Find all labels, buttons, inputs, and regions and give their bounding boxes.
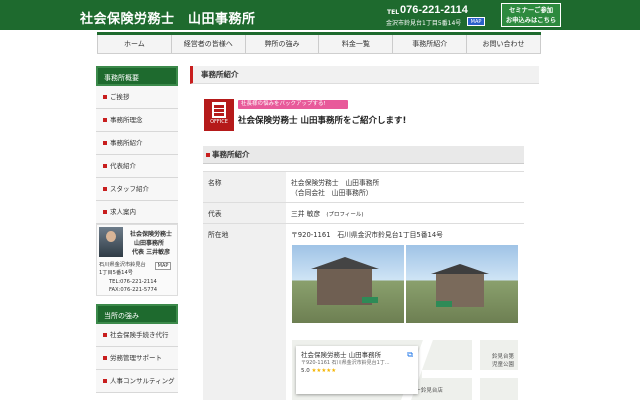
sidebar-item-label: 人事コンサルティング	[110, 377, 175, 385]
bullet-icon	[103, 118, 107, 122]
sidebar-heading-strengths: 当所の強み	[96, 304, 178, 324]
row-value-representative: 三井 敏彦 (プロフィール)	[286, 202, 524, 224]
map-road	[472, 340, 480, 400]
profile-tel[interactable]: TEL:076-221-2114	[109, 279, 157, 285]
profile-map-button[interactable]: MAP	[155, 262, 171, 270]
sidebar-item-label: 事務所理念	[110, 116, 143, 124]
map-rating: 5.0 ★★★★★	[301, 368, 413, 374]
banner-heading: 社会保険労務士 山田事務所をご紹介します!	[238, 116, 407, 126]
row-value-name: 社会保険労務士 山田事務所 （合同会社 山田事務所）	[286, 171, 524, 203]
site-title[interactable]: 社会保険労務士 山田事務所	[80, 8, 256, 27]
sidebar-item-label: 求人案内	[110, 208, 136, 216]
sidebar-item-label: 代表紹介	[110, 162, 136, 170]
global-nav: ホーム 経営者の皆様へ 弊所の強み 料金一覧 事務所紹介 お問い合わせ	[97, 32, 541, 54]
office-icon-label: OFFICE	[210, 119, 228, 125]
office-sign	[436, 301, 452, 307]
intro-banner: OFFICE 社長様の悩みをバックアップする! 社会保険労務士 山田事務所をご紹…	[204, 99, 524, 131]
nav-home[interactable]: ホーム	[97, 35, 172, 53]
map-place-card: 社会保険労務士 山田事務所 〒920-1161 石川県金沢市鈴見台1丁... 5…	[296, 346, 418, 394]
office-photo-side	[406, 245, 518, 323]
bullet-icon	[103, 141, 107, 145]
profile-office: 山田事務所	[134, 240, 165, 247]
cta-line-1: セミナーご参加	[508, 7, 554, 14]
rating-value: 5.0	[301, 368, 310, 374]
profile-link[interactable]: (プロフィール)	[326, 212, 363, 218]
bullet-icon	[103, 333, 107, 337]
sidebar-item-labor-support[interactable]: 労務管理サポート	[96, 347, 178, 370]
map-label-park: 鈴見台第 児童公園	[492, 354, 515, 368]
tel-label: TEL	[387, 9, 400, 16]
page-title: 事務所紹介	[190, 66, 539, 84]
sidebar-item-representative[interactable]: 代表紹介	[96, 155, 178, 178]
sidebar-item-recruit[interactable]: 求人案内	[96, 201, 178, 224]
profile-title: 社会保険労務士	[130, 231, 173, 238]
sidebar-item-label: スタッフ紹介	[110, 185, 149, 193]
profile-fax: FAX:076-221-5774	[109, 287, 158, 293]
sidebar-item-label: 労務管理サポート	[110, 354, 162, 362]
header-address: 金沢市鈴見台1丁目5番14号	[386, 20, 462, 27]
cta-line-2: お申込みはこちら	[505, 17, 557, 24]
section-heading-label: 事務所紹介	[212, 150, 250, 159]
sidebar-item-staff[interactable]: スタッフ紹介	[96, 178, 178, 201]
bullet-icon	[103, 187, 107, 191]
table-row: 代表 三井 敏彦 (プロフィール)	[203, 202, 524, 224]
office-legal-name: （合同会社 山田事務所）	[291, 189, 373, 197]
nav-fees[interactable]: 料金一覧	[319, 35, 394, 53]
square-bullet-icon	[206, 153, 210, 157]
profile-card: 社会保険労務士 山田事務所 代表 三井敏彦 石川県金沢市鈴見台 1丁目5番14号…	[96, 224, 178, 296]
sidebar-item-office[interactable]: 事務所紹介	[96, 132, 178, 155]
bullet-icon	[103, 210, 107, 214]
star-rating-icon: ★★★★★	[311, 368, 337, 374]
row-label-representative: 代表	[203, 202, 286, 224]
sidebar-item-greeting[interactable]: ご挨拶	[96, 86, 178, 109]
section-heading: 事務所紹介	[203, 146, 524, 164]
banner-tagline: 社長様の悩みをバックアップする!	[238, 100, 348, 109]
open-in-maps-icon[interactable]: ⧉	[407, 350, 413, 360]
bullet-icon	[103, 164, 107, 168]
map-place-name: 社会保険労務士 山田事務所	[301, 351, 382, 359]
table-row: 名称 社会保険労務士 山田事務所 （合同会社 山田事務所）	[203, 171, 524, 203]
profile-address-line-1: 石川県金沢市鈴見台	[99, 262, 146, 268]
map-road	[422, 370, 518, 378]
row-label-name: 名称	[203, 171, 286, 203]
profile-address-line-2: 1丁目5番14号	[99, 270, 133, 276]
tel-number[interactable]: 076-221-2114	[400, 4, 468, 16]
sidebar-item-insurance-procedures[interactable]: 社会保険手続き代行	[96, 324, 178, 347]
bullet-icon	[103, 356, 107, 360]
sidebar-item-label: 社会保険手続き代行	[110, 331, 169, 339]
seminar-signup-button[interactable]: セミナーご参加 お申込みはこちら	[501, 3, 561, 27]
office-sign	[362, 297, 378, 303]
office-name: 社会保険労務士 山田事務所	[291, 179, 380, 187]
sidebar-item-label: 事務所紹介	[110, 139, 143, 147]
sidebar-heading-overview: 事務所概要	[96, 66, 178, 86]
office-building-icon: OFFICE	[204, 99, 234, 131]
representative-name: 三井 敏彦	[291, 210, 321, 218]
office-photos	[292, 245, 518, 325]
sidebar: 事務所概要 ご挨拶 事務所理念 事務所紹介 代表紹介 スタッフ紹介 求人案内 社…	[96, 66, 178, 393]
sidebar-item-philosophy[interactable]: 事務所理念	[96, 109, 178, 132]
map-place-address: 〒920-1161 石川県金沢市鈴見台1丁...	[301, 360, 390, 366]
header-bar: 社会保険労務士 山田事務所 TEL 076-221-2114 金沢市鈴見台1丁目…	[0, 0, 640, 30]
row-label-location: 所在地	[203, 223, 286, 400]
bullet-icon	[103, 95, 107, 99]
nav-for-executives[interactable]: 経営者の皆様へ	[172, 35, 246, 53]
building-icon	[212, 102, 226, 118]
nav-office[interactable]: 事務所紹介	[393, 35, 468, 53]
sidebar-item-label: ご挨拶	[110, 93, 130, 101]
profile-address: 石川県金沢市鈴見台 1丁目5番14号	[99, 261, 155, 277]
sidebar-item-hr-consulting[interactable]: 人事コンサルティング	[96, 370, 178, 393]
bullet-icon	[103, 379, 107, 383]
sidebar-menu-overview: ご挨拶 事務所理念 事務所紹介 代表紹介 スタッフ紹介 求人案内	[96, 86, 178, 224]
nav-strengths[interactable]: 弊所の強み	[246, 35, 320, 53]
office-photo-front	[292, 245, 404, 323]
sidebar-menu-strengths: 社会保険手続き代行 労務管理サポート 人事コンサルティング	[96, 324, 178, 393]
header-map-button[interactable]: MAP	[467, 17, 485, 26]
representative-photo	[99, 227, 123, 257]
nav-contact[interactable]: お問い合わせ	[467, 35, 541, 53]
embedded-map[interactable]: 鈴見台第 児童公園 ケンキー鈴見台店 社会保険労務士 山田事務所 〒920-11…	[292, 340, 518, 400]
profile-representative: 代表 三井敏彦	[132, 249, 171, 256]
